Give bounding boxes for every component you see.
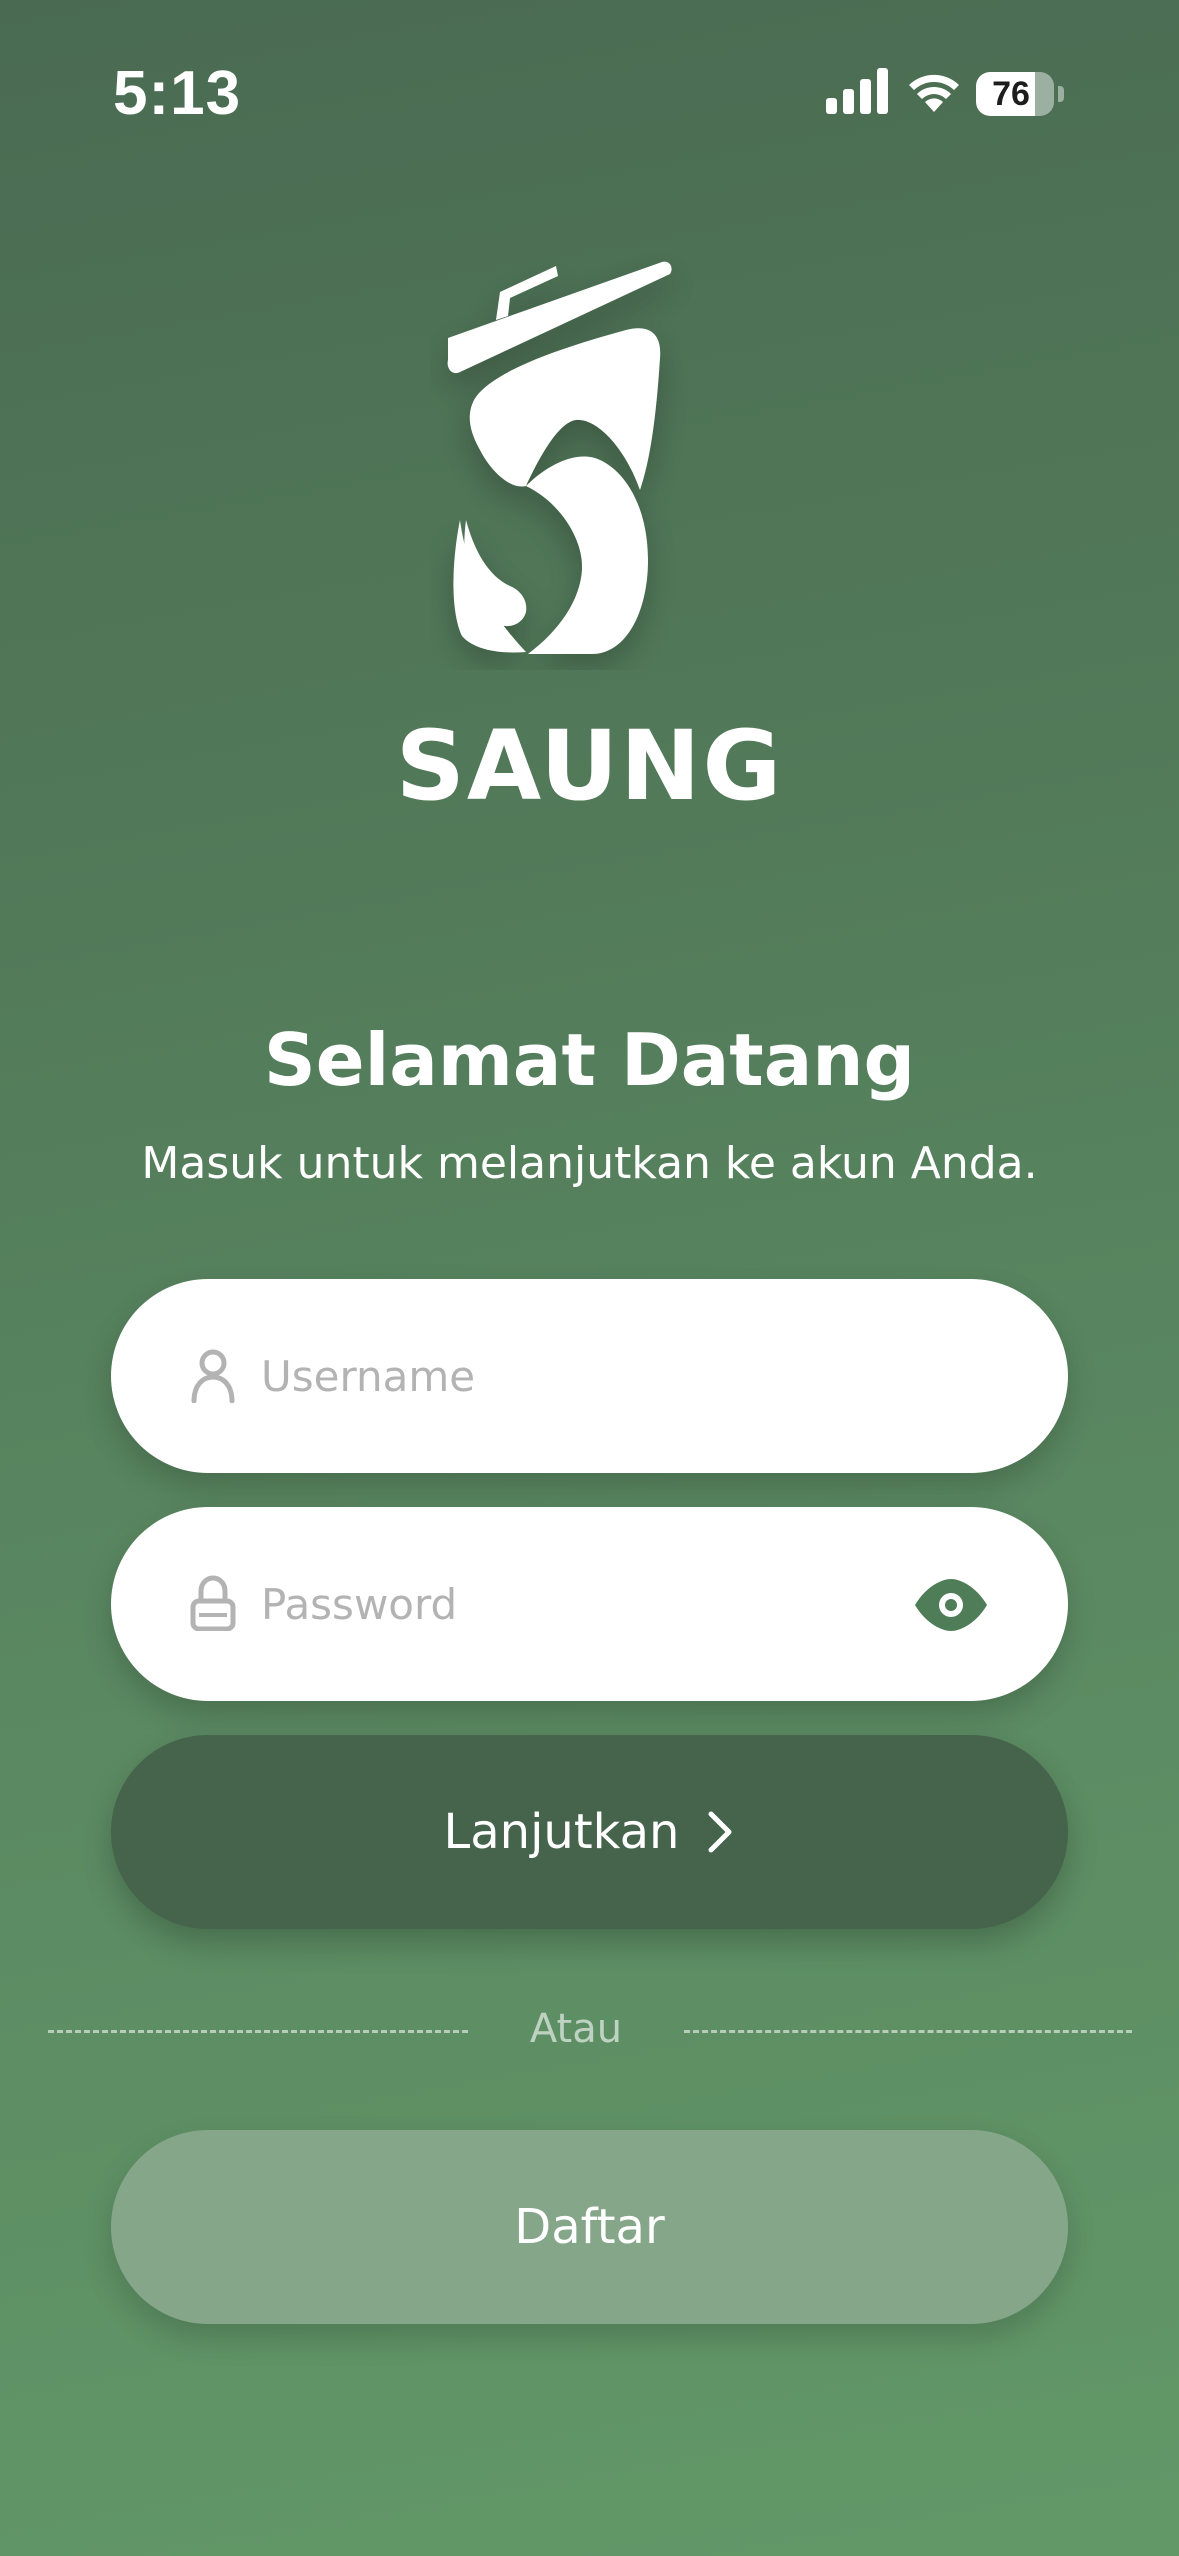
divider-text: Atau bbox=[529, 2006, 623, 2052]
battery-nub bbox=[1058, 86, 1064, 102]
battery-level: 76 bbox=[992, 75, 1030, 113]
register-button[interactable]: Daftar bbox=[111, 2130, 1068, 2324]
lock-icon bbox=[190, 1575, 236, 1631]
divider-left bbox=[48, 2030, 468, 2033]
password-input[interactable] bbox=[261, 1559, 901, 1649]
wifi-icon bbox=[909, 74, 959, 112]
eye-icon[interactable] bbox=[913, 1577, 989, 1633]
chevron-right-icon bbox=[708, 1811, 732, 1853]
brand-name: SAUNG bbox=[395, 710, 784, 822]
person-icon bbox=[191, 1349, 235, 1403]
continue-button-label: Lanjutkan bbox=[443, 1804, 680, 1860]
welcome-subtitle: Masuk untuk melanjutkan ke akun Anda. bbox=[141, 1138, 1038, 1189]
username-input[interactable] bbox=[261, 1331, 901, 1421]
continue-button[interactable]: Lanjutkan bbox=[111, 1735, 1068, 1929]
register-button-label: Daftar bbox=[514, 2199, 665, 2255]
username-field[interactable] bbox=[111, 1279, 1068, 1473]
password-field[interactable] bbox=[111, 1507, 1068, 1701]
welcome-title: Selamat Datang bbox=[263, 1018, 916, 1102]
battery-icon: 76 bbox=[976, 72, 1054, 116]
divider-right bbox=[684, 2030, 1132, 2033]
saung-logo-icon bbox=[447, 261, 672, 654]
status-time: 5:13 bbox=[113, 59, 242, 128]
status-bar: 5:13 76 bbox=[0, 0, 1179, 190]
cellular-signal-icon bbox=[826, 68, 888, 114]
